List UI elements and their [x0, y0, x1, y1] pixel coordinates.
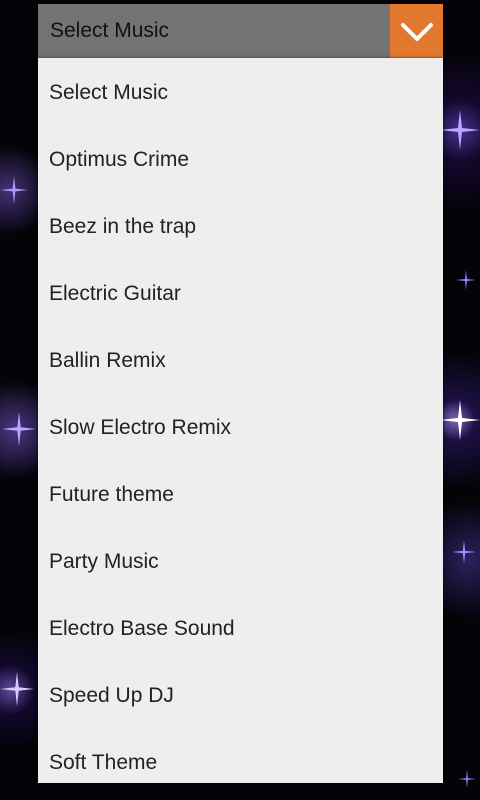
chevron-down-icon [401, 23, 433, 41]
star-icon [0, 672, 34, 706]
dropdown-toggle-button[interactable] [390, 4, 443, 58]
music-option[interactable]: Future theme [38, 461, 443, 528]
music-option[interactable]: Ballin Remix [38, 327, 443, 394]
music-option[interactable]: Speed Up DJ [38, 662, 443, 729]
star-icon [458, 770, 476, 788]
star-icon [440, 110, 480, 150]
music-option[interactable]: Party Music [38, 528, 443, 595]
music-option[interactable]: Electric Guitar [38, 260, 443, 327]
star-icon [456, 270, 476, 290]
music-option[interactable]: Soft Theme [38, 729, 443, 796]
music-option[interactable]: Beez in the trap [38, 193, 443, 260]
music-option[interactable]: Select Music [38, 59, 443, 126]
star-icon [0, 176, 28, 204]
music-dropdown[interactable]: Select Music [38, 4, 443, 58]
star-icon [440, 400, 480, 440]
selected-music-label: Select Music [50, 19, 170, 42]
music-option[interactable]: Electro Base Sound [38, 595, 443, 662]
star-icon [2, 412, 36, 446]
music-option[interactable]: Slow Electro Remix [38, 394, 443, 461]
music-options-list: Select Music Optimus Crime Beez in the t… [38, 58, 443, 783]
star-icon [452, 540, 476, 564]
music-option[interactable]: Optimus Crime [38, 126, 443, 193]
